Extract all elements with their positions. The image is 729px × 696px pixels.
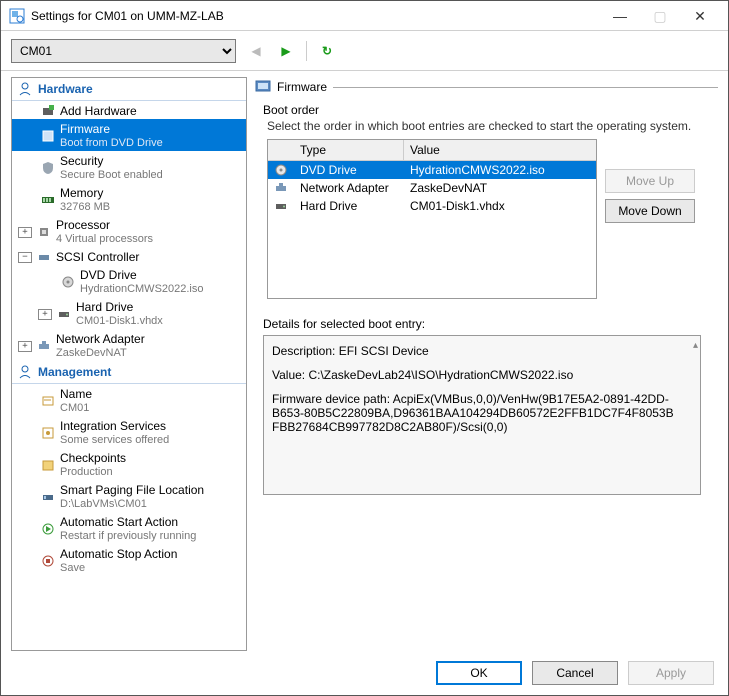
boot-order-desc: Select the order in which boot entries a… [253,119,718,139]
network-icon [36,338,52,354]
move-up-button[interactable]: Move Up [605,169,695,193]
details-box: Description: EFI SCSI Device Value: C:\Z… [263,335,701,495]
table-row[interactable]: Hard DriveCM01-Disk1.vhdx [268,197,596,215]
node-autostop[interactable]: Automatic Stop Action Save [12,544,246,576]
add-hardware-icon [40,103,56,119]
node-memory[interactable]: Memory 32768 MB [12,183,246,215]
user-icon [18,365,32,379]
node-name[interactable]: Name CM01 [12,384,246,416]
prev-button[interactable]: ◀ [246,41,266,61]
node-integration[interactable]: Integration Services Some services offer… [12,416,246,448]
panel-title: Firmware [277,80,327,94]
hardware-section[interactable]: Hardware [12,78,246,101]
titlebar: Settings for CM01 on UMM-MZ-LAB — ▢ ✕ [1,1,728,31]
row-type: DVD Drive [294,161,404,179]
hardware-label: Hardware [38,82,93,96]
apply-button[interactable]: Apply [628,661,714,685]
integration-icon [40,425,56,441]
node-dvd-drive[interactable]: DVD Drive HydrationCMWS2022.iso [12,265,246,297]
node-autostart[interactable]: Automatic Start Action Restart if previo… [12,512,246,544]
autostart-icon [40,521,56,537]
row-value: CM01-Disk1.vhdx [404,197,596,215]
col-type: Type [294,140,404,160]
management-label: Management [38,365,111,379]
table-header: Type Value [268,140,596,161]
cancel-button[interactable]: Cancel [532,661,618,685]
node-firmware[interactable]: Firmware Boot from DVD Drive [12,119,246,151]
details-label: Details for selected boot entry: [253,299,718,335]
disc-icon [268,161,294,179]
table-row[interactable]: Network AdapterZaskeDevNAT [268,179,596,197]
separator-line [333,87,718,88]
node-security[interactable]: Security Secure Boot enabled [12,151,246,183]
checkpoints-icon [40,457,56,473]
node-network-adapter[interactable]: + Network Adapter ZaskeDevNAT [12,329,246,361]
name-icon [40,393,56,409]
memory-icon [40,192,56,208]
boot-order-table[interactable]: Type Value DVD DriveHydrationCMWS2022.is… [267,139,597,299]
autostop-icon [40,553,56,569]
maximize-button[interactable]: ▢ [640,2,680,30]
details-description: Description: EFI SCSI Device [272,344,676,358]
firmware-icon [40,128,56,144]
scroll-up-icon[interactable]: ▴ [693,340,698,351]
node-paging[interactable]: Smart Paging File Location D:\LabVMs\CM0… [12,480,246,512]
details-value: Value: C:\ZaskeDevLab24\ISO\HydrationCMW… [272,368,676,382]
refresh-button[interactable]: ↻ [317,41,337,61]
move-down-button[interactable]: Move Down [605,199,695,223]
boot-order-label: Boot order [253,101,718,119]
firmware-panel-icon [255,79,271,95]
separator [306,41,307,61]
window-title: Settings for CM01 on UMM-MZ-LAB [31,9,600,23]
row-type: Network Adapter [294,179,404,197]
minimize-button[interactable]: — [600,2,640,30]
management-section[interactable]: Management [12,361,246,384]
settings-tree[interactable]: Hardware Add Hardware Firmware Boot from… [11,77,247,651]
disc-icon [60,274,76,290]
ok-button[interactable]: OK [436,661,522,685]
hdd-icon [56,306,72,322]
node-hard-drive[interactable]: + Hard Drive CM01-Disk1.vhdx [12,297,246,329]
table-row[interactable]: DVD DriveHydrationCMWS2022.iso [268,161,596,179]
app-icon [9,8,25,24]
shield-icon [40,160,56,176]
close-button[interactable]: ✕ [680,2,720,30]
next-button[interactable]: ▶ [276,41,296,61]
scsi-icon [36,249,52,265]
node-scsi[interactable]: − SCSI Controller [12,247,246,265]
details-path: Firmware device path: AcpiEx(VMBus,0,0)/… [272,392,676,434]
col-value: Value [404,140,596,160]
net-icon [268,179,294,197]
vm-selector[interactable]: CM01 [11,39,236,63]
main-panel: Firmware Boot order Select the order in … [253,77,718,651]
node-processor[interactable]: + Processor 4 Virtual processors [12,215,246,247]
user-icon [18,82,32,96]
settings-window: Settings for CM01 on UMM-MZ-LAB — ▢ ✕ CM… [0,0,729,696]
paging-icon [40,489,56,505]
node-checkpoints[interactable]: Checkpoints Production [12,448,246,480]
toolbar: CM01 ◀ ▶ ↻ [1,31,728,71]
row-value: HydrationCMWS2022.iso [404,161,596,179]
row-type: Hard Drive [294,197,404,215]
cpu-icon [36,224,52,240]
hdd-icon [268,197,294,215]
dialog-footer: OK Cancel Apply [1,651,728,695]
row-value: ZaskeDevNAT [404,179,596,197]
node-add-hardware[interactable]: Add Hardware [12,101,246,119]
